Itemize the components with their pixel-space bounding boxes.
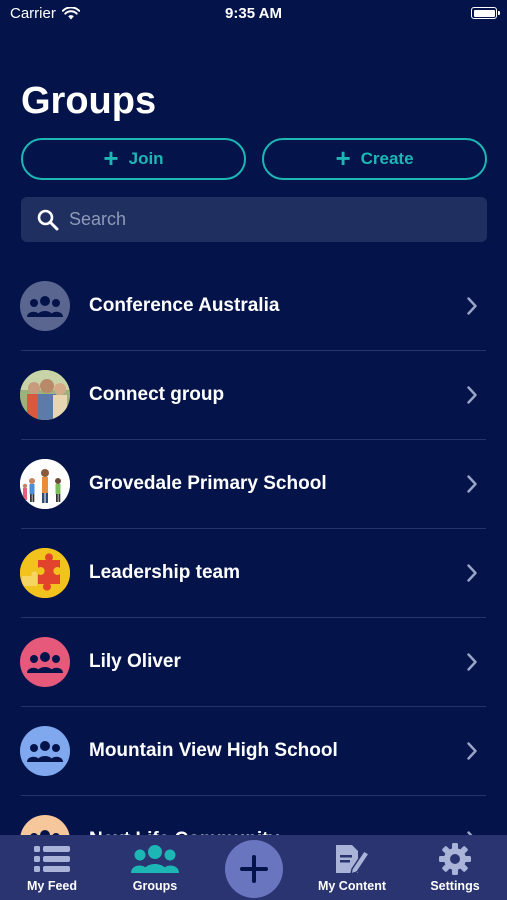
tab-label: My Content xyxy=(317,879,387,893)
chevron-right-icon xyxy=(467,742,477,760)
group-row-grovedale-primary-school[interactable]: Grovedale Primary School xyxy=(0,440,507,529)
search-input[interactable]: Search xyxy=(21,197,487,242)
search-icon xyxy=(37,209,59,230)
chevron-right-icon xyxy=(467,475,477,493)
tab-my-content[interactable]: My Content xyxy=(302,835,402,900)
tab-label: Groups xyxy=(132,879,178,893)
group-icon xyxy=(27,652,63,673)
status-bar: Carrier 9:35 AM xyxy=(0,0,507,28)
gear-icon xyxy=(439,843,471,875)
group-row-next-life-community[interactable]: Next Life Community xyxy=(0,796,507,837)
create-button[interactable]: + Create xyxy=(262,138,487,180)
school-illustration xyxy=(20,459,70,509)
page-title: Groups xyxy=(21,80,157,122)
tab-label: Settings xyxy=(430,879,480,893)
tab-bar: My Feed Groups My Content Settings xyxy=(0,835,507,900)
chevron-right-icon xyxy=(467,564,477,582)
create-post-button[interactable] xyxy=(225,840,283,898)
group-icon xyxy=(131,843,179,875)
group-avatar xyxy=(20,815,70,837)
group-avatar-photo xyxy=(20,548,70,598)
join-button[interactable]: + Join xyxy=(21,138,246,180)
group-row-lily-oliver[interactable]: Lily Oliver xyxy=(0,618,507,707)
puzzle-icon xyxy=(20,548,70,598)
create-label: Create xyxy=(360,149,414,168)
group-name: Leadership team xyxy=(89,562,240,583)
plus-icon xyxy=(240,855,268,883)
group-avatar xyxy=(20,637,70,687)
action-buttons: + Join + Create xyxy=(21,138,487,180)
group-avatar-photo xyxy=(20,370,70,420)
chevron-right-icon xyxy=(467,386,477,404)
group-name: Conference Australia xyxy=(89,295,280,316)
plus-icon: + xyxy=(103,143,119,173)
group-avatar xyxy=(20,726,70,776)
tab-my-feed[interactable]: My Feed xyxy=(2,835,102,900)
battery-icon xyxy=(471,7,500,19)
search-placeholder: Search xyxy=(69,209,127,229)
group-list: Conference Australia Connect group Grove… xyxy=(0,262,507,837)
group-icon xyxy=(27,296,63,317)
group-row-conference-australia[interactable]: Conference Australia xyxy=(0,262,507,351)
group-row-leadership-team[interactable]: Leadership team xyxy=(0,529,507,618)
group-name: Lily Oliver xyxy=(89,651,181,672)
plus-icon: + xyxy=(335,143,351,173)
group-avatar-photo xyxy=(20,459,70,509)
tab-settings[interactable]: Settings xyxy=(405,835,505,900)
tab-groups[interactable]: Groups xyxy=(105,835,205,900)
edit-document-icon xyxy=(334,843,370,875)
group-name: Connect group xyxy=(89,384,225,405)
join-label: Join xyxy=(128,149,164,168)
group-icon xyxy=(27,741,63,762)
people-photo xyxy=(20,370,70,420)
list-icon xyxy=(34,843,70,875)
chevron-right-icon xyxy=(467,653,477,671)
tab-label: My Feed xyxy=(26,879,77,893)
group-avatar xyxy=(20,281,70,331)
chevron-right-icon xyxy=(467,297,477,315)
group-row-connect-group[interactable]: Connect group xyxy=(0,351,507,440)
group-name: Mountain View High School xyxy=(89,740,338,761)
group-name: Grovedale Primary School xyxy=(89,473,327,494)
status-time: 9:35 AM xyxy=(225,5,282,22)
group-row-mountain-view-high-school[interactable]: Mountain View High School xyxy=(0,707,507,796)
